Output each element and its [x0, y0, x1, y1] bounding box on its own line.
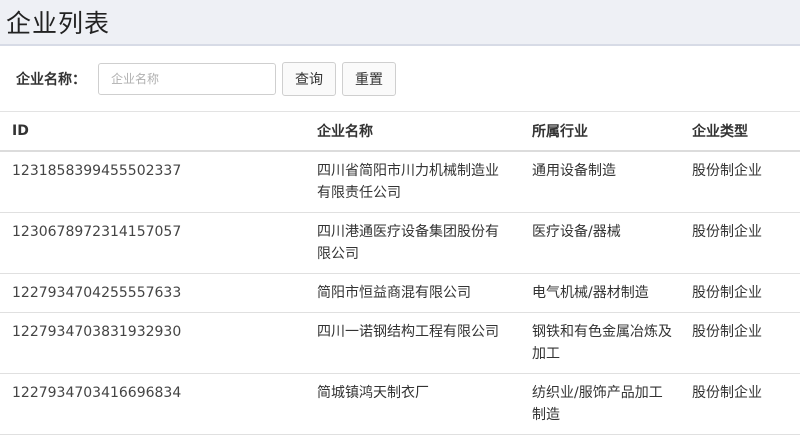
- cell-company-type: 股份制企业: [680, 312, 800, 374]
- cell-company-type: 股份制企业: [680, 151, 800, 213]
- cell-industry: 纺织业/服饰产品加工制造: [520, 373, 680, 435]
- search-bar: 企业名称： 查询 重置: [0, 46, 800, 112]
- cell-industry: 钢铁和有色金属冶炼及加工: [520, 312, 680, 374]
- cell-id: 1227934703831932930: [0, 312, 305, 374]
- cell-id: 1227934704255557633: [0, 273, 305, 313]
- cell-company-name: 四川港通医疗设备集团股份有限公司: [305, 212, 520, 274]
- table-row: 1227934704255557633 简阳市恒益商混有限公司 电气机械/器材制…: [0, 273, 800, 313]
- table-header-row: ID 企业名称 所属行业 企业类型: [0, 112, 800, 152]
- table-row: 1227934703831932930 四川一诺钢结构工程有限公司 钢铁和有色金…: [0, 312, 800, 374]
- company-name-input[interactable]: [98, 62, 276, 95]
- cell-company-name: 四川省简阳市川力机械制造业有限责任公司: [305, 151, 520, 213]
- cell-industry: 通用设备制造: [520, 151, 680, 213]
- table-row: 1227934703416696834 简城镇鸿天制衣厂 纺织业/服饰产品加工制…: [0, 373, 800, 435]
- cell-company-name: 简阳市恒益商混有限公司: [305, 273, 520, 313]
- cell-industry: 医疗设备/器械: [520, 212, 680, 274]
- page-title: 企业列表: [6, 9, 111, 38]
- query-button[interactable]: 查询: [282, 61, 336, 96]
- company-table: ID 企业名称 所属行业 企业类型 1231858399455502337 四川…: [0, 112, 800, 435]
- table-row: 1230678972314157057 四川港通医疗设备集团股份有限公司 医疗设…: [0, 212, 800, 274]
- column-header-industry: 所属行业: [520, 112, 680, 152]
- cell-id: 1231858399455502337: [0, 151, 305, 213]
- column-header-name: 企业名称: [305, 112, 520, 152]
- column-header-id: ID: [0, 112, 305, 152]
- cell-id: 1230678972314157057: [0, 212, 305, 274]
- company-name-label: 企业名称：: [16, 71, 86, 88]
- table-row: 1231858399455502337 四川省简阳市川力机械制造业有限责任公司 …: [0, 151, 800, 213]
- cell-company-name: 四川一诺钢结构工程有限公司: [305, 312, 520, 374]
- title-bar: 企业列表: [0, 0, 800, 46]
- reset-button[interactable]: 重置: [342, 61, 396, 96]
- cell-company-type: 股份制企业: [680, 373, 800, 435]
- cell-company-name: 简城镇鸿天制衣厂: [305, 373, 520, 435]
- cell-company-type: 股份制企业: [680, 212, 800, 274]
- cell-industry: 电气机械/器材制造: [520, 273, 680, 313]
- cell-id: 1227934703416696834: [0, 373, 305, 435]
- cell-company-type: 股份制企业: [680, 273, 800, 313]
- column-header-type: 企业类型: [680, 112, 800, 152]
